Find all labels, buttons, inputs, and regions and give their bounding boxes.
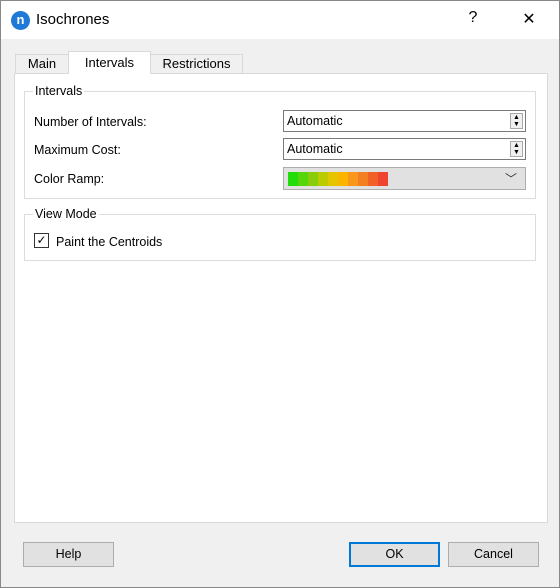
color-ramp-combobox[interactable]: ﹀ (283, 167, 526, 190)
app-icon: n (11, 11, 30, 30)
isochrones-dialog: n Isochrones ? ✕ Main Intervals Restrict… (0, 0, 560, 588)
check-icon: ✓ (36, 233, 47, 247)
color-ramp-swatch (378, 172, 388, 186)
spin-arrows-icon[interactable]: ▲ ▼ (510, 141, 523, 157)
tab-intervals[interactable]: Intervals (68, 51, 151, 74)
paint-centroids-label[interactable]: Paint the Centroids (56, 235, 162, 249)
color-ramp-swatch (358, 172, 368, 186)
help-button[interactable]: Help (23, 542, 114, 567)
color-ramp-swatch (368, 172, 378, 186)
color-ramp-swatch (318, 172, 328, 186)
chevron-down-icon: ﹀ (504, 172, 517, 186)
close-button[interactable]: ✕ (519, 9, 539, 29)
intervals-group-title: Intervals (33, 84, 85, 98)
color-ramp-preview (288, 172, 388, 186)
maximum-cost-value: Automatic (287, 142, 343, 156)
color-ramp-swatch (298, 172, 308, 186)
cancel-button[interactable]: Cancel (448, 542, 539, 567)
view-mode-group-title: View Mode (33, 207, 99, 221)
color-ramp-swatch (288, 172, 298, 186)
tab-main[interactable]: Main (15, 54, 69, 74)
ok-button[interactable]: OK (349, 542, 440, 567)
number-of-intervals-value: Automatic (287, 114, 343, 128)
title-bar: n Isochrones ? ✕ (1, 1, 559, 39)
tab-restrictions[interactable]: Restrictions (150, 54, 243, 74)
window-title: Isochrones (36, 11, 110, 28)
spin-arrows-icon[interactable]: ▲ ▼ (510, 113, 523, 129)
color-ramp-swatch (338, 172, 348, 186)
color-ramp-swatch (308, 172, 318, 186)
maximum-cost-spinbox[interactable]: Automatic ▲ ▼ (283, 138, 526, 160)
color-ramp-swatch (328, 172, 338, 186)
number-of-intervals-spinbox[interactable]: Automatic ▲ ▼ (283, 110, 526, 132)
maximum-cost-label: Maximum Cost: (34, 143, 121, 157)
number-of-intervals-label: Number of Intervals: (34, 115, 147, 129)
help-title-button[interactable]: ? (463, 9, 483, 27)
color-ramp-swatch (348, 172, 358, 186)
paint-centroids-checkbox[interactable]: ✓ (34, 233, 49, 248)
color-ramp-label: Color Ramp: (34, 172, 105, 186)
